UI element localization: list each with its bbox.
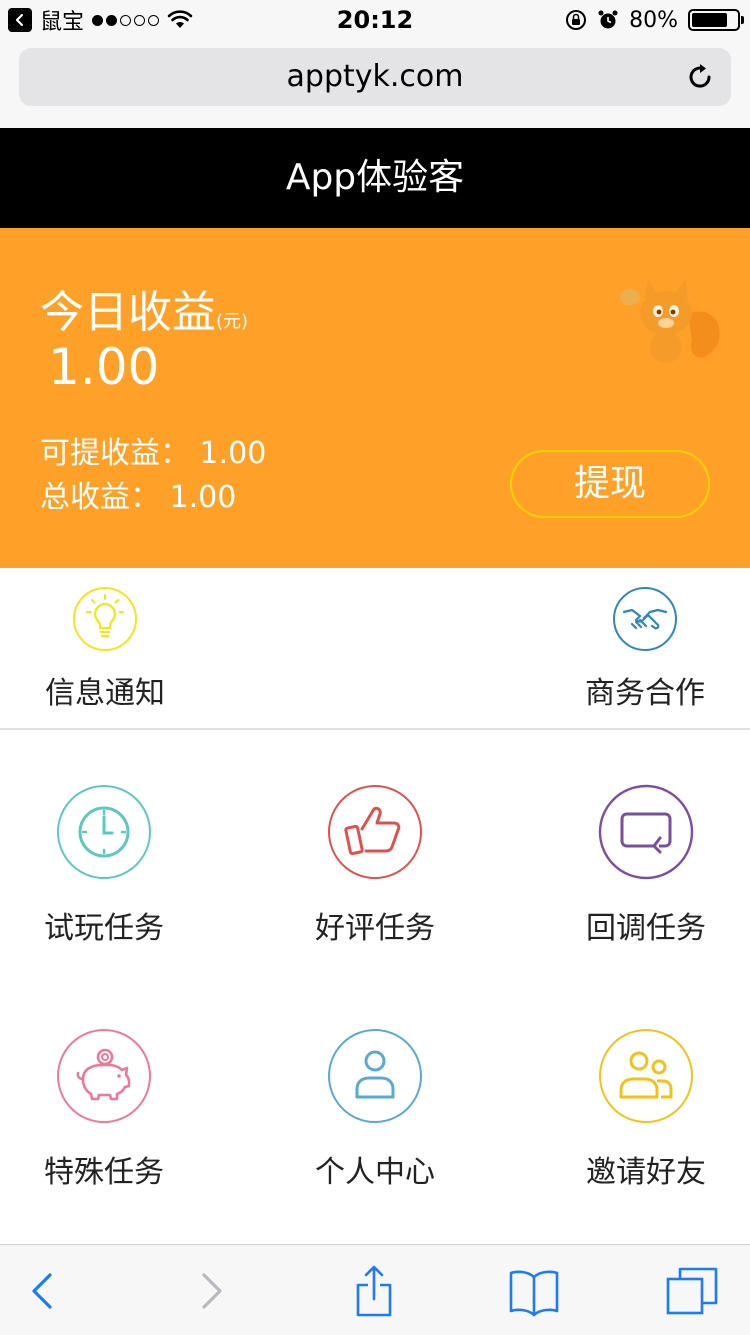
- browser-toolbar: [0, 1244, 750, 1335]
- business-cooperation-item[interactable]: 商务合作: [560, 586, 730, 712]
- special-task-label: 特殊任务: [44, 1155, 164, 1190]
- back-arrow-icon[interactable]: [16, 1263, 72, 1319]
- today-earnings-label: 今日收益(元): [40, 276, 248, 340]
- special-task-item[interactable]: 特殊任务: [0, 1027, 214, 1191]
- feature-row: 信息通知 商务合作: [0, 568, 750, 730]
- today-earnings-value: 1.00: [48, 338, 160, 396]
- status-right: 80%: [565, 6, 744, 34]
- thumbs-up-icon: [328, 785, 422, 879]
- url-text[interactable]: apptyk.com: [19, 48, 731, 106]
- reload-icon[interactable]: [683, 60, 717, 94]
- trial-task-item[interactable]: 试玩任务: [0, 783, 214, 947]
- piggy-bank-icon: [57, 1029, 151, 1123]
- battery-percent: 80%: [629, 7, 678, 33]
- user-icon: [328, 1029, 422, 1123]
- browser-chrome: apptyk.com: [0, 40, 750, 128]
- invite-friends-item[interactable]: 邀请好友: [536, 1027, 750, 1191]
- clock-icon: [57, 785, 151, 879]
- review-task-label: 好评任务: [315, 911, 435, 946]
- status-bar: 鼠宝 20:12 80%: [0, 0, 750, 40]
- earnings-panel: 今日收益(元) 1.00 可提收益： 1.00 总收益： 1.00 提现: [0, 228, 750, 568]
- page-header: App体验客: [0, 128, 750, 228]
- invite-friends-label: 邀请好友: [586, 1155, 706, 1190]
- squirrel-mascot-icon: [620, 279, 720, 363]
- bookmarks-icon[interactable]: [506, 1263, 562, 1319]
- notifications-label: 信息通知: [45, 676, 165, 711]
- withdraw-button[interactable]: 提现: [510, 450, 710, 518]
- page-title: App体验客: [285, 157, 465, 198]
- orientation-lock-icon: [566, 10, 587, 30]
- personal-center-item[interactable]: 个人中心: [265, 1027, 485, 1191]
- trial-task-label: 试玩任务: [44, 911, 164, 946]
- callback-icon: [598, 784, 694, 880]
- alarm-icon: [598, 10, 618, 29]
- notifications-item[interactable]: 信息通知: [20, 586, 190, 712]
- forward-arrow-icon[interactable]: [182, 1263, 238, 1319]
- callback-task-label: 回调任务: [586, 911, 706, 946]
- address-bar[interactable]: apptyk.com: [19, 48, 731, 106]
- tabs-icon[interactable]: [664, 1263, 720, 1319]
- users-icon: [599, 1029, 693, 1123]
- battery-icon: [688, 9, 744, 31]
- review-task-item[interactable]: 好评任务: [265, 783, 485, 947]
- business-cooperation-label: 商务合作: [585, 676, 705, 711]
- currency-unit: (元): [216, 311, 249, 332]
- handshake-icon: [613, 587, 677, 651]
- today-earnings-title: 今日收益: [40, 287, 216, 338]
- lightbulb-icon: [73, 587, 137, 651]
- share-icon[interactable]: [346, 1263, 402, 1319]
- available-earnings: 可提收益： 1.00: [40, 436, 267, 471]
- callback-task-item[interactable]: 回调任务: [536, 783, 750, 947]
- total-earnings: 总收益： 1.00: [40, 480, 237, 515]
- personal-center-label: 个人中心: [315, 1155, 435, 1190]
